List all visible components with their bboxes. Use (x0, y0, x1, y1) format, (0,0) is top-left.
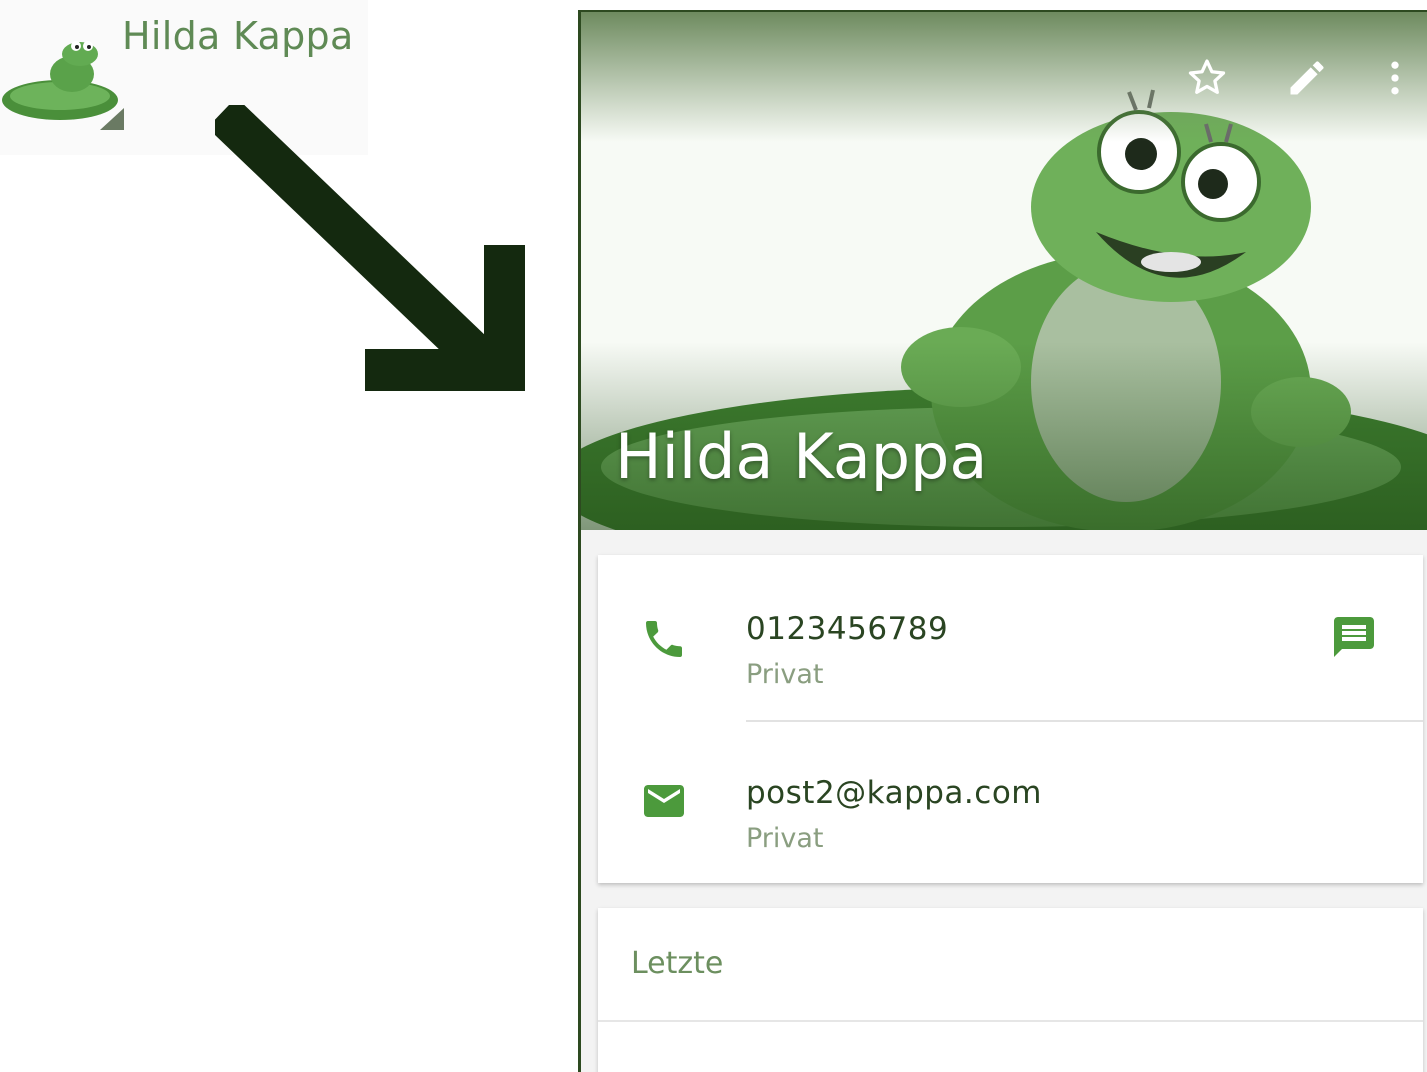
contact-list-name: Hilda Kappa (122, 14, 354, 58)
phone-icon (640, 615, 688, 663)
phone-number: 0123456789 (746, 611, 949, 647)
card-divider (598, 1020, 1423, 1022)
row-divider (746, 720, 1423, 722)
email-icon (640, 777, 688, 825)
contact-details-card: 0123456789 Privat post2@kappa.com Privat (598, 555, 1423, 883)
more-vert-icon[interactable] (1371, 54, 1419, 102)
contact-header: Hilda Kappa (581, 12, 1427, 530)
recent-title: Letzte (631, 946, 724, 981)
recent-card: Letzte (598, 908, 1423, 1072)
email-address: post2@kappa.com (746, 775, 1042, 811)
contact-detail-screen: Hilda Kappa 0123456789 Privat post2@kapp… (578, 10, 1427, 1072)
message-icon[interactable] (1330, 613, 1378, 661)
frog-avatar-icon (2, 41, 124, 130)
phone-type: Privat (746, 659, 824, 690)
pencil-icon[interactable] (1283, 54, 1331, 102)
star-outline-icon[interactable] (1183, 54, 1231, 102)
email-type: Privat (746, 823, 824, 854)
contact-name-title: Hilda Kappa (615, 420, 988, 493)
arrow-down-right-icon (215, 105, 525, 391)
